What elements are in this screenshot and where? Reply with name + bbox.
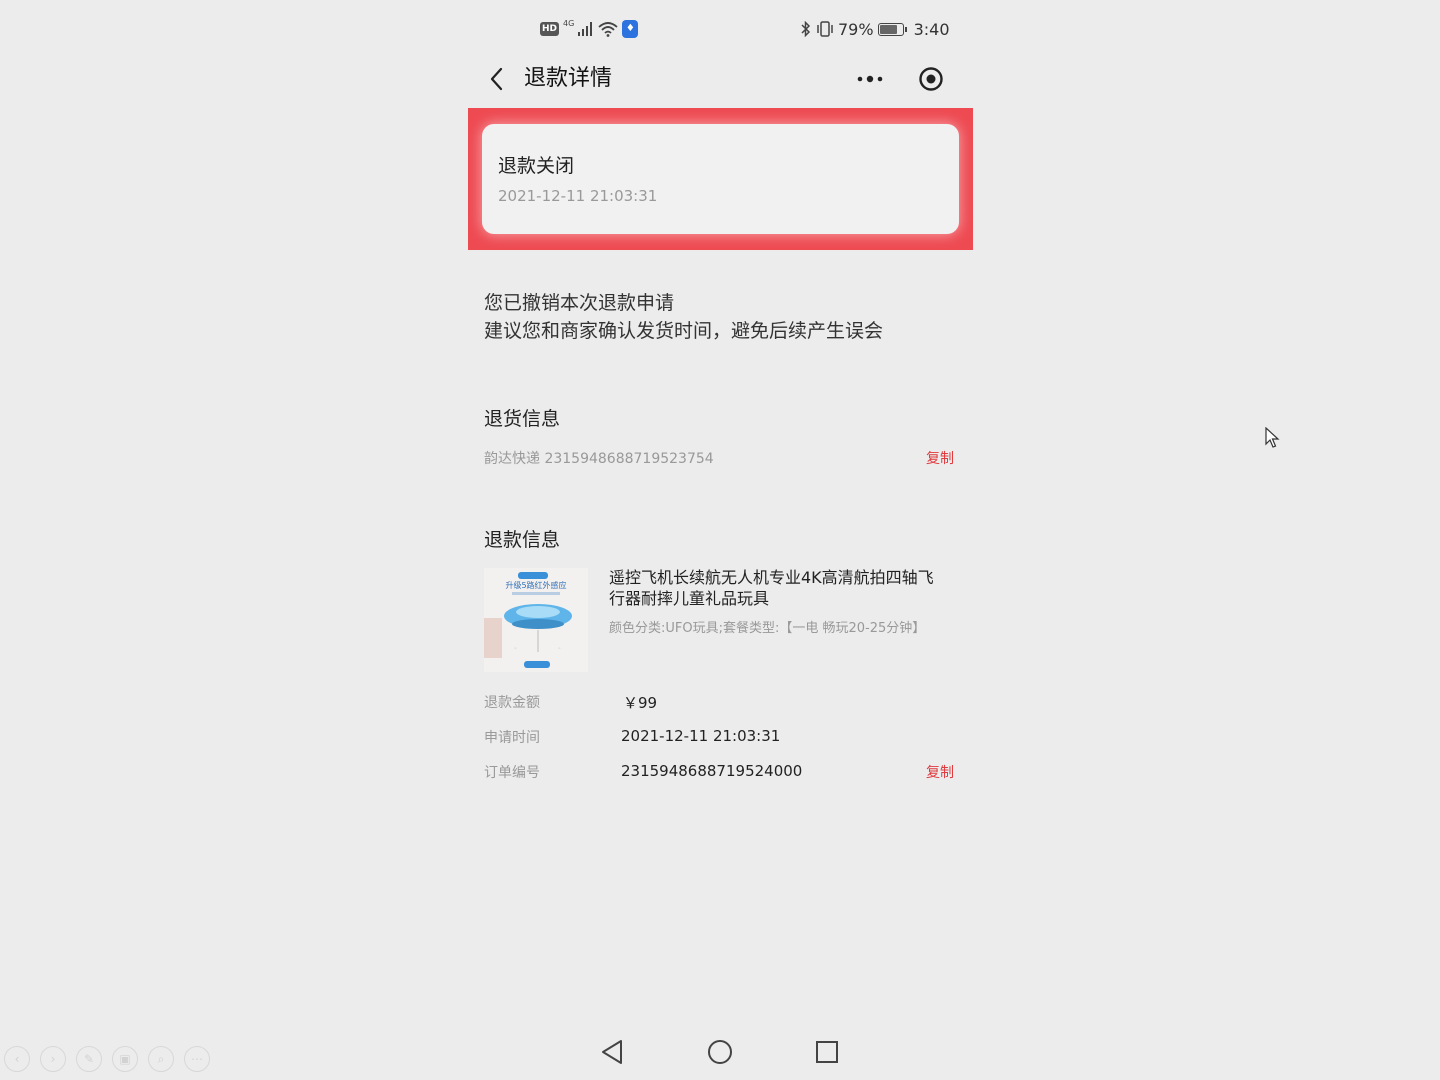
refund-status-card[interactable]: 退款关闭 2021-12-11 21:03:31 <box>482 124 959 234</box>
svg-text:◦: ◦ <box>514 646 517 652</box>
copy-order-number-button[interactable]: 复制 <box>926 762 954 782</box>
refund-info-title: 退款信息 <box>484 529 561 551</box>
wifi-icon <box>598 22 618 37</box>
nav-home-icon[interactable] <box>704 1036 736 1068</box>
zoom-icon[interactable]: ⌕ <box>148 1046 174 1072</box>
return-tracking: 韵达快递 2315948688719523754 <box>484 451 714 467</box>
presentation-toolbar: ‹ › ✎ ▣ ⌕ ⋯ <box>4 1046 210 1072</box>
notice-line-2: 建议您和商家确认发货时间，避免后续产生误会 <box>484 320 884 342</box>
refund-status-time: 2021-12-11 21:03:31 <box>498 187 658 205</box>
clock: 3:40 <box>913 19 950 39</box>
status-highlight-box: 退款关闭 2021-12-11 21:03:31 <box>468 108 973 250</box>
signal-icon <box>578 22 593 36</box>
apply-time-label: 申请时间 <box>484 730 540 746</box>
more-options-icon[interactable]: ⋯ <box>184 1046 210 1072</box>
status-bar-right: 79% 3:40 <box>800 18 950 40</box>
return-info-title: 退货信息 <box>484 408 561 430</box>
vibrate-icon <box>817 21 833 37</box>
chevron-left-icon[interactable] <box>482 64 512 94</box>
next-slide-icon[interactable]: › <box>40 1046 66 1072</box>
battery-icon <box>877 22 907 36</box>
slides-icon[interactable]: ▣ <box>112 1046 138 1072</box>
refund-notice: 您已撤销本次退款申请 建议您和商家确认发货时间，避免后续产生误会 <box>484 289 883 345</box>
header: 退款详情 <box>468 54 972 104</box>
battery-level <box>879 24 897 34</box>
prev-slide-icon[interactable]: ‹ <box>4 1046 30 1072</box>
record-icon[interactable] <box>916 64 946 94</box>
nav-recents-icon[interactable] <box>811 1036 843 1068</box>
nav-back-icon[interactable] <box>597 1036 629 1068</box>
refund-amount-value: ￥99 <box>623 694 658 712</box>
pen-icon[interactable]: ✎ <box>76 1046 102 1072</box>
product-spec: 颜色分类:UFO玩具;套餐类型:【一电 畅玩20-25分钟】 <box>609 621 926 636</box>
more-dots-icon[interactable] <box>852 64 888 94</box>
order-number-value: 2315948688719524000 <box>621 762 803 780</box>
refund-status-title: 退款关闭 <box>498 155 575 177</box>
phone-screen: HD 4G ♦ 79% 3:40 退款详情 退款关闭 2021-12-11 21… <box>0 0 1440 1080</box>
network-type: 4G <box>563 19 575 28</box>
battery-percent: 79% <box>838 19 874 39</box>
svg-text:◦: ◦ <box>558 646 561 652</box>
bluetooth-icon <box>801 21 811 37</box>
copy-tracking-button[interactable]: 复制 <box>926 448 954 468</box>
apply-time-value: 2021-12-11 21:03:31 <box>621 727 781 745</box>
shield-icon: ♦ <box>622 20 639 38</box>
hd-badge: HD <box>540 22 560 36</box>
product-thumbnail[interactable]: 升级5路红外感应 ◦ ◦ <box>484 568 588 672</box>
status-bar-left: HD 4G ♦ <box>540 18 639 40</box>
notice-line-1: 您已撤销本次退款申请 <box>484 292 675 314</box>
refund-amount-label: 退款金额 <box>484 695 540 711</box>
order-number-label: 订单编号 <box>484 765 540 781</box>
mouse-cursor-icon <box>1265 427 1280 448</box>
page-title: 退款详情 <box>524 66 613 91</box>
product-image-caption: 升级5路红外感应 <box>505 580 566 590</box>
product-title[interactable]: 遥控飞机长续航无人机专业4K高清航拍四轴飞行器耐摔儿童礼品玩具 <box>609 567 949 609</box>
